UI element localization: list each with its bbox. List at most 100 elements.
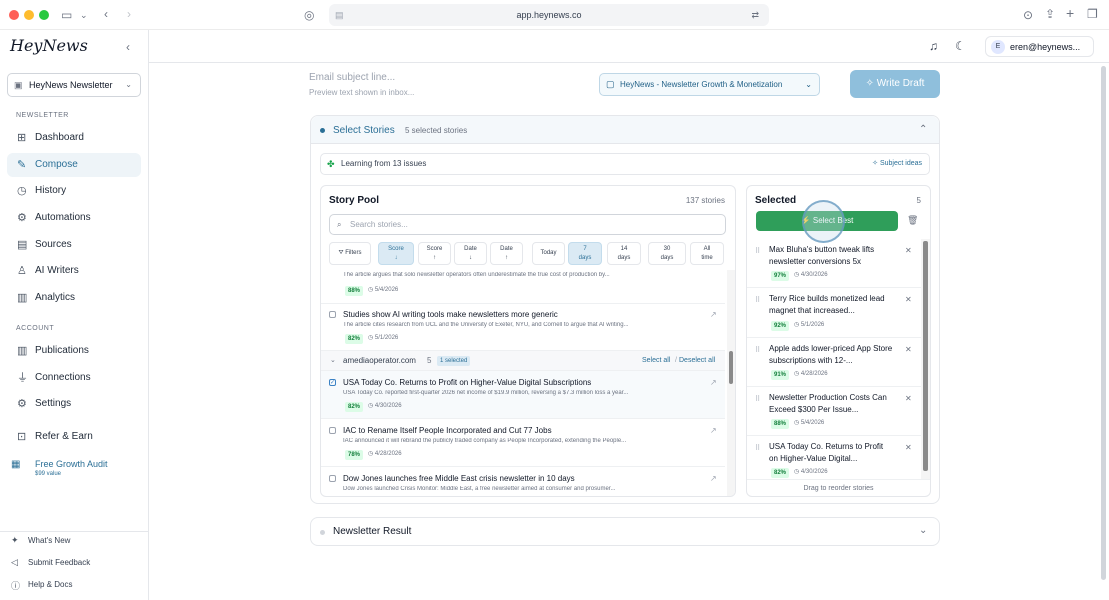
range-14-days[interactable]: 14 days — [607, 242, 641, 265]
story-description: Dow Jones launched Crisis Monitor: Middl… — [343, 486, 616, 492]
sidebar-item-publications[interactable]: ▥ Publications — [7, 339, 141, 363]
preview-text-input[interactable]: Preview text shown in inbox... — [309, 88, 414, 97]
range-30-days[interactable]: 30 days — [648, 242, 686, 265]
list-item[interactable]: Dow Jones launches free Middle East cris… — [321, 467, 725, 496]
sidebar-item-history[interactable]: ◷ History — [7, 179, 141, 203]
drag-handle-icon[interactable]: ⠿ — [755, 247, 760, 255]
whats-new-link[interactable]: ✦ What's New — [11, 535, 70, 545]
subject-input[interactable]: Email subject line... — [309, 72, 395, 83]
share-icon[interactable]: ⇪ — [1045, 7, 1055, 21]
sort-score-asc[interactable]: Score ↑ — [418, 242, 451, 265]
drag-handle-icon[interactable]: ⠿ — [755, 395, 760, 403]
subject-ideas-button[interactable]: ✧ Subject ideas — [872, 154, 922, 174]
help-docs-link[interactable]: ⓘ Help & Docs — [11, 580, 72, 591]
date-value: 5/1/2026 — [800, 322, 825, 328]
plug-icon: ⏚ — [17, 372, 28, 384]
address-bar[interactable]: ▤ app.heynews.co ⇄ — [329, 4, 769, 26]
search-input[interactable]: ⌕ Search stories... — [329, 214, 726, 235]
list-item[interactable]: The article argues that solo newsletter … — [321, 270, 725, 304]
remove-icon[interactable]: ✕ — [905, 345, 912, 354]
deselect-all-link[interactable]: Deselect all — [679, 351, 715, 371]
forward-icon[interactable]: › — [127, 7, 131, 21]
sidebar-item-refer[interactable]: ⊡ Refer & Earn — [7, 425, 141, 449]
selected-story-card[interactable]: ⠿ Apple adds lower-priced App Store subs… — [747, 338, 922, 387]
chevron-down-icon[interactable]: ⌄ — [80, 8, 88, 22]
sort-score-desc[interactable]: Score ↓ — [378, 242, 414, 265]
remove-icon[interactable]: ✕ — [905, 394, 912, 403]
zoom-window-button[interactable] — [39, 10, 49, 20]
list-item[interactable]: ✓ USA Today Co. Returns to Profit on Hig… — [321, 371, 725, 419]
select-stories-header[interactable]: Select Stories 5 selected stories ⌃ — [311, 116, 939, 144]
sidebar-toggle-icon[interactable]: ▭ — [61, 8, 72, 22]
newsletter-select[interactable]: ▣ HeyNews Newsletter ⌄ — [7, 73, 141, 97]
translate-icon[interactable]: ⇄ — [751, 4, 759, 26]
story-list[interactable]: The article argues that solo newsletter … — [321, 270, 725, 496]
page-scrollbar[interactable] — [1101, 66, 1106, 580]
story-checkbox[interactable] — [329, 475, 336, 482]
list-item[interactable]: IAC to Rename Itself People Incorporated… — [321, 419, 725, 467]
clock-icon: ◷ — [17, 185, 27, 197]
sidebar-item-connections[interactable]: ⏚ Connections — [7, 366, 141, 390]
new-tab-icon[interactable]: + — [1066, 6, 1074, 20]
selected-story-card[interactable]: ⠿ Max Bluha's button tweak lifts newslet… — [747, 239, 922, 288]
moon-icon[interactable]: ☾ — [955, 39, 966, 53]
trash-icon[interactable]: 🗑 — [907, 215, 918, 226]
download-icon[interactable]: ⊙ — [1023, 8, 1033, 22]
sidebar-item-dashboard[interactable]: ⊞ Dashboard — [7, 126, 141, 150]
external-link-icon[interactable]: ↗ — [710, 378, 717, 387]
publication-select[interactable]: ▢ HeyNews - Newsletter Growth & Monetiza… — [599, 73, 820, 96]
selected-story-card[interactable]: ⠿ Newsletter Production Costs Can Exceed… — [747, 387, 922, 436]
sort-date-desc[interactable]: Date ↓ — [454, 242, 487, 265]
sidebar-item-automations[interactable]: ⚙ Automations — [7, 206, 141, 230]
story-date: ◷ 5/4/2026 — [794, 420, 825, 426]
range-all-time[interactable]: All time — [690, 242, 724, 265]
sidebar-item-ai-writers[interactable]: ♙ AI Writers — [7, 259, 141, 283]
range-unit: days — [617, 255, 631, 261]
site-settings-icon[interactable]: ◎ — [304, 8, 314, 22]
select-all-link[interactable]: Select all — [642, 351, 670, 371]
selected-list-scroll-thumb[interactable] — [923, 241, 928, 471]
list-item[interactable]: Studies show AI writing tools make newsl… — [321, 304, 725, 351]
tab-overview-icon[interactable]: ❐ — [1087, 7, 1098, 21]
footer-label: Submit Feedback — [28, 558, 91, 567]
submit-feedback-link[interactable]: ◁ Submit Feedback — [11, 557, 91, 567]
drag-hint: Drag to reorder stories — [747, 479, 930, 496]
filters-button[interactable]: ⛛ Filters — [329, 242, 371, 265]
story-date: ◷ 4/30/2026 — [794, 272, 828, 278]
avatar: E — [991, 40, 1005, 54]
selected-story-card[interactable]: ⠿ USA Today Co. Returns to Profit on Hig… — [747, 436, 922, 479]
chevron-down-icon[interactable]: ⌄ — [330, 351, 336, 371]
sidebar-item-compose[interactable]: ✎ Compose — [7, 153, 141, 177]
range-7-days[interactable]: 7 days — [568, 242, 602, 265]
range-today[interactable]: Today — [532, 242, 565, 265]
bell-icon[interactable]: ♫ — [929, 39, 938, 53]
write-draft-button[interactable]: ✧ Write Draft — [850, 70, 940, 98]
chevron-up-icon[interactable]: ⌃ — [919, 124, 927, 135]
story-list-scroll-thumb[interactable] — [729, 351, 733, 384]
drag-handle-icon[interactable]: ⠿ — [755, 296, 760, 304]
selected-story-card[interactable]: ⠿ Terry Rice builds monetized lead magne… — [747, 288, 922, 338]
minimize-window-button[interactable] — [24, 10, 34, 20]
back-icon[interactable]: ‹ — [104, 7, 108, 21]
user-menu[interactable]: E eren@heynews... — [985, 36, 1094, 57]
external-link-icon[interactable]: ↗ — [710, 426, 717, 435]
remove-icon[interactable]: ✕ — [905, 295, 912, 304]
newsletter-result-panel[interactable]: Newsletter Result ⌄ — [310, 517, 940, 546]
remove-icon[interactable]: ✕ — [905, 246, 912, 255]
remove-icon[interactable]: ✕ — [905, 443, 912, 452]
close-window-button[interactable] — [9, 10, 19, 20]
sort-date-asc[interactable]: Date ↑ — [490, 242, 523, 265]
external-link-icon[interactable]: ↗ — [710, 310, 717, 319]
story-checkbox[interactable]: ✓ — [329, 379, 336, 386]
collapse-sidebar-icon[interactable]: ‹ — [126, 40, 130, 54]
story-checkbox[interactable] — [329, 427, 336, 434]
drag-handle-icon[interactable]: ⠿ — [755, 346, 760, 354]
sidebar-item-settings[interactable]: ⚙ Settings — [7, 392, 141, 416]
external-link-icon[interactable]: ↗ — [710, 474, 717, 483]
drag-handle-icon[interactable]: ⠿ — [755, 444, 760, 452]
source-group-header[interactable]: ⌄ amediaoperator.com 5 1 selected Select… — [321, 351, 725, 371]
sidebar-item-analytics[interactable]: ▥ Analytics — [7, 286, 141, 310]
sidebar-item-sources[interactable]: ▤ Sources — [7, 233, 141, 257]
chevron-down-icon[interactable]: ⌄ — [919, 525, 927, 536]
story-checkbox[interactable] — [329, 311, 336, 318]
